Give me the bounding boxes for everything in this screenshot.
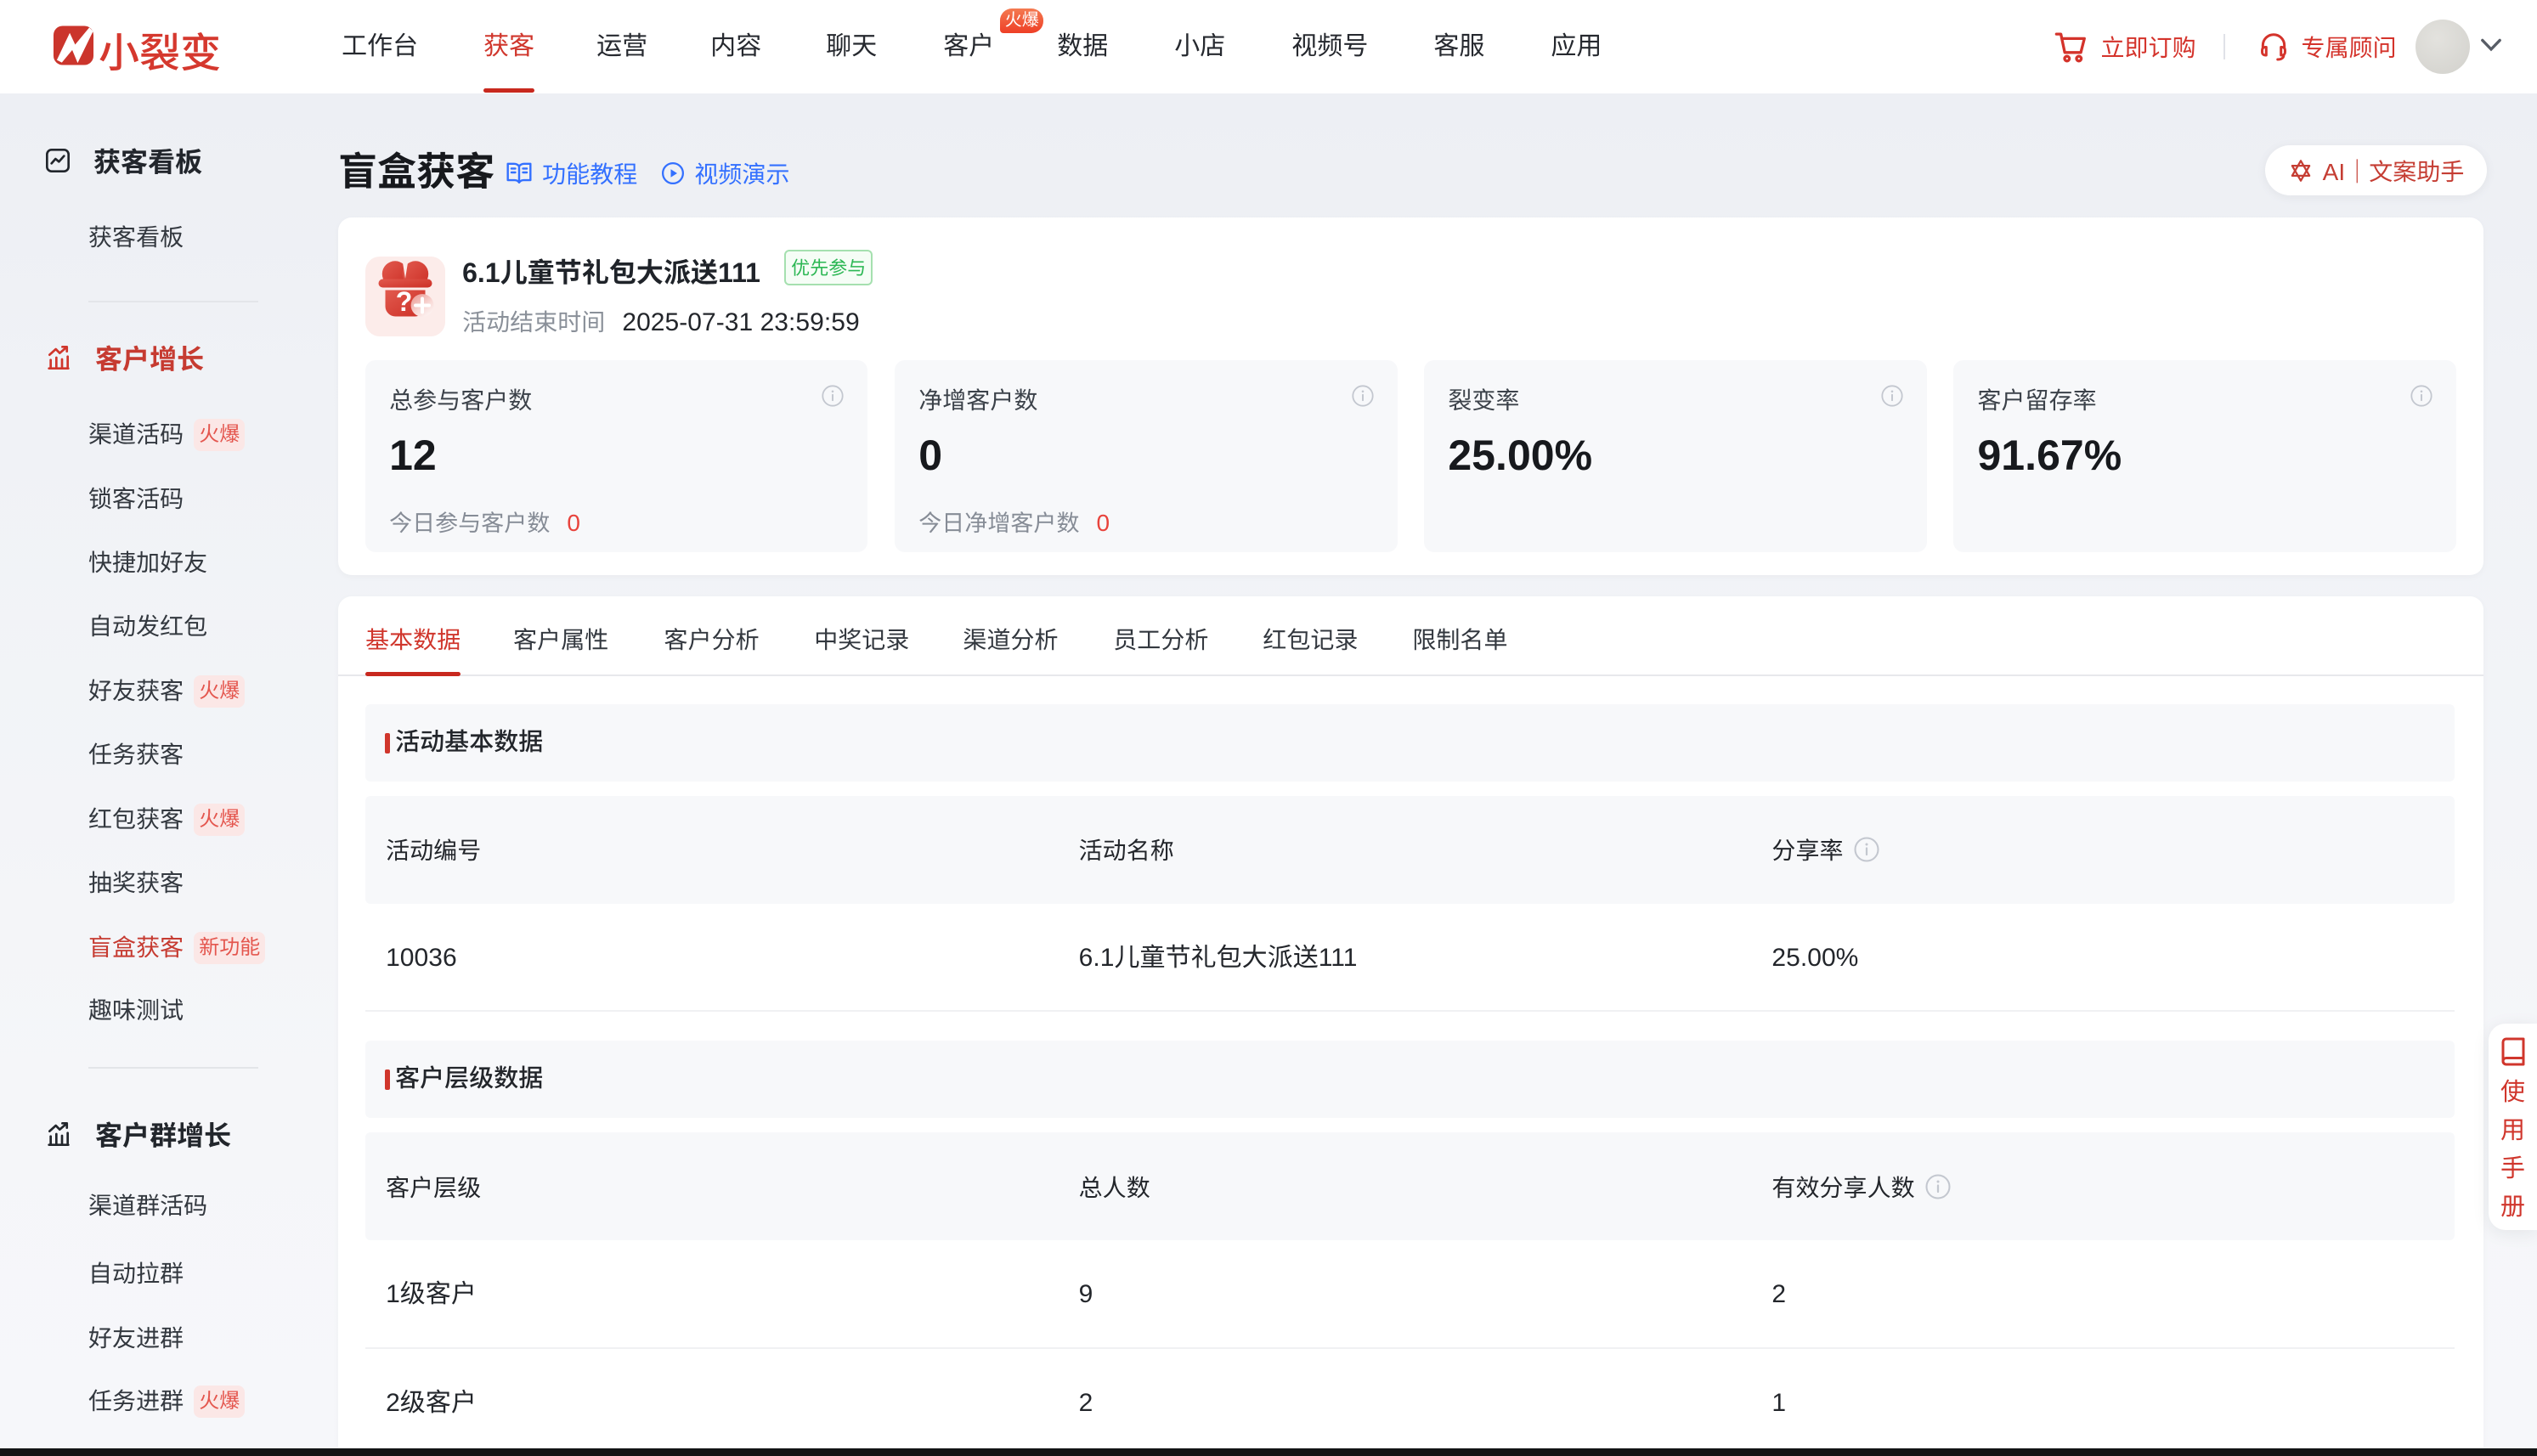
svg-text:?: ? [396, 286, 413, 317]
